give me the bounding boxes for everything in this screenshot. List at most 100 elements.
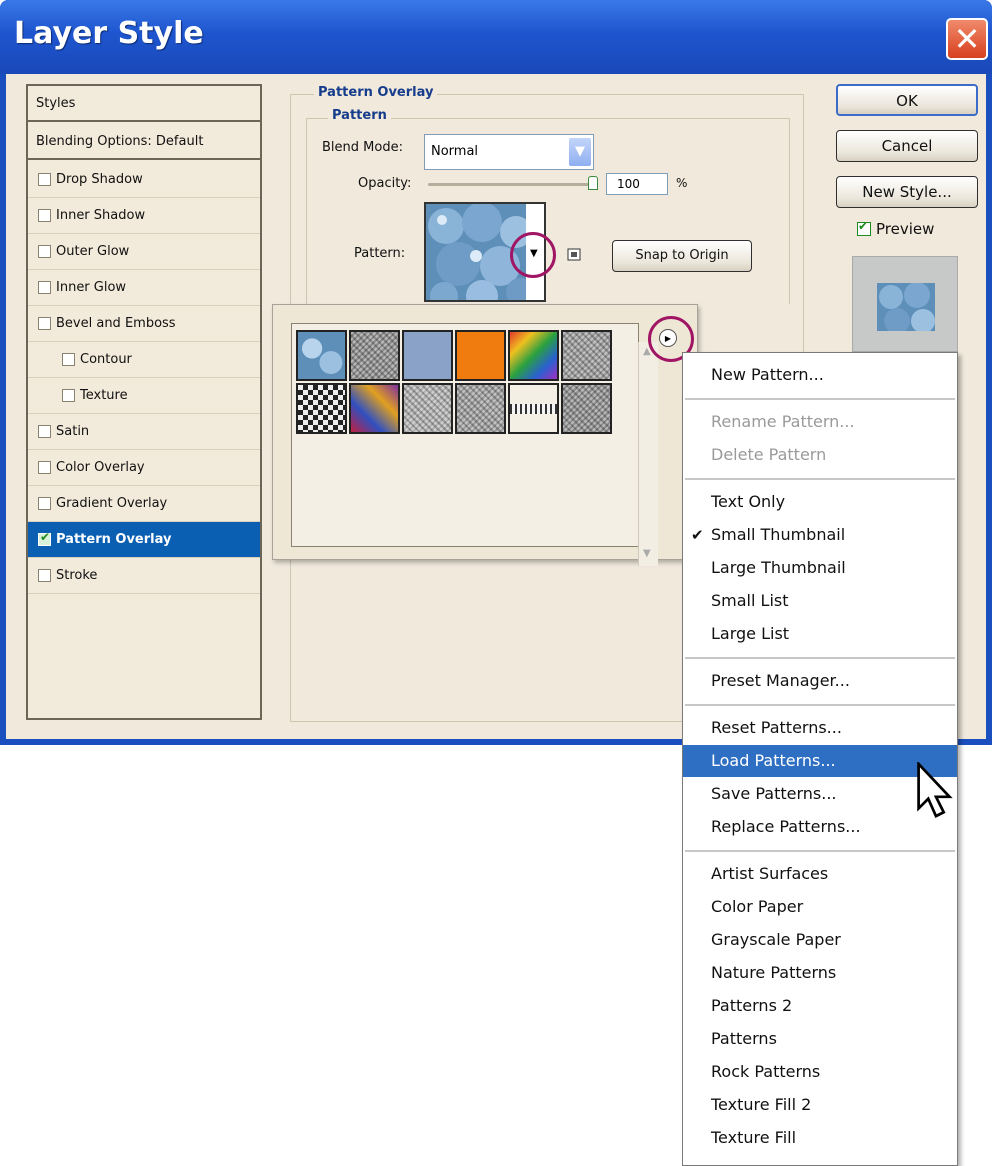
gray-mottled-pattern-tile[interactable] <box>402 383 453 434</box>
style-checkbox[interactable] <box>62 389 75 402</box>
menu-item-large-thumbnail[interactable]: Large Thumbnail <box>683 552 957 584</box>
style-item-color-overlay[interactable]: Color Overlay <box>28 450 260 486</box>
menu-item-small-thumbnail[interactable]: ✔ Small Thumbnail <box>683 519 957 551</box>
style-item-label: Gradient Overlay <box>56 496 168 511</box>
menu-item-rename-pattern[interactable]: Rename Pattern... <box>683 406 957 438</box>
gray-texture-pattern-tile[interactable] <box>455 383 506 434</box>
menu-item-label: Delete Pattern <box>711 445 827 464</box>
style-item-label: Pattern Overlay <box>56 532 172 547</box>
menu-item-label: Rename Pattern... <box>711 412 855 431</box>
marble-pattern-tile[interactable] <box>561 330 612 381</box>
style-checkbox[interactable] <box>38 569 51 582</box>
menu-item-label: Color Paper <box>711 897 804 916</box>
style-item-gradient-overlay[interactable]: Gradient Overlay <box>28 486 260 522</box>
style-item-satin[interactable]: Satin <box>28 414 260 450</box>
style-checkbox[interactable] <box>38 497 51 510</box>
orange-solid-pattern-tile[interactable] <box>455 330 506 381</box>
picker-scrollbar[interactable]: ▲ ▼ <box>638 342 658 566</box>
picker-menu-icon[interactable]: ▶ <box>659 329 677 347</box>
opacity-slider-thumb[interactable] <box>588 176 598 190</box>
menu-item-preset-manager[interactable]: Preset Manager... <box>683 665 957 697</box>
styles-header[interactable]: Styles <box>28 86 260 122</box>
scroll-down-icon[interactable]: ▼ <box>643 548 651 559</box>
bubbles-pattern-tile[interactable] <box>296 330 347 381</box>
style-item-label: Color Overlay <box>56 460 145 475</box>
menu-item-grayscale-paper[interactable]: Grayscale Paper <box>683 924 957 956</box>
style-checkbox[interactable] <box>62 353 75 366</box>
style-item-inner-shadow[interactable]: Inner Shadow <box>28 198 260 234</box>
style-item-texture[interactable]: Texture <box>28 378 260 414</box>
style-checkbox[interactable] <box>38 281 51 294</box>
style-checkbox[interactable] <box>38 173 51 186</box>
menu-item-label: Replace Patterns... <box>711 817 861 836</box>
menu-item-artist-surfaces[interactable]: Artist Surfaces <box>683 858 957 890</box>
menu-item-large-list[interactable]: Large List <box>683 618 957 650</box>
menu-item-rock-patterns[interactable]: Rock Patterns <box>683 1056 957 1088</box>
style-item-label: Contour <box>80 352 132 367</box>
menu-item-patterns-2[interactable]: Patterns 2 <box>683 990 957 1022</box>
opacity-input[interactable]: 100 <box>606 173 668 195</box>
cancel-button[interactable]: Cancel <box>836 130 978 162</box>
menu-item-nature-patterns[interactable]: Nature Patterns <box>683 957 957 989</box>
style-item-stroke[interactable]: Stroke <box>28 558 260 594</box>
style-item-outer-glow[interactable]: Outer Glow <box>28 234 260 270</box>
style-checkbox[interactable] <box>38 317 51 330</box>
menu-item-label: Patterns 2 <box>711 996 793 1015</box>
menu-item-texture-fill-2[interactable]: Texture Fill 2 <box>683 1089 957 1121</box>
style-item-label: Inner Glow <box>56 280 127 295</box>
opacity-label: Opacity: <box>358 176 412 191</box>
check-icon: ✔ <box>40 530 51 544</box>
style-checkbox[interactable]: ✔ <box>38 530 51 546</box>
mouse-cursor-icon <box>917 762 953 818</box>
blending-options-item[interactable]: Blending Options: Default <box>28 124 260 160</box>
style-item-label: Stroke <box>56 568 98 583</box>
blue-solid-pattern-tile[interactable] <box>402 330 453 381</box>
style-item-drop-shadow[interactable]: Drop Shadow <box>28 162 260 198</box>
new-style-button[interactable]: New Style... <box>836 176 978 208</box>
new-preset-icon[interactable] <box>566 248 584 264</box>
style-item-inner-glow[interactable]: Inner Glow <box>28 270 260 306</box>
multicolor-pattern-tile[interactable] <box>349 383 400 434</box>
menu-item-new-pattern[interactable]: New Pattern... <box>683 359 957 391</box>
stripe-pattern-tile[interactable] <box>508 383 559 434</box>
close-button[interactable]: ✕ <box>946 18 988 60</box>
ok-button[interactable]: OK <box>836 84 978 116</box>
menu-item-label: Texture Fill <box>711 1128 797 1147</box>
menu-item-small-list[interactable]: Small List <box>683 585 957 617</box>
style-item-label: Outer Glow <box>56 244 130 259</box>
snap-to-origin-button[interactable]: Snap to Origin <box>612 240 752 272</box>
styles-list-empty-area <box>28 600 260 720</box>
checker-pattern-tile[interactable] <box>296 383 347 434</box>
rainbow-pattern-tile[interactable] <box>508 330 559 381</box>
style-item-bevel-and-emboss[interactable]: Bevel and Emboss <box>28 306 260 342</box>
blend-mode-select[interactable]: Normal ▼ <box>424 134 594 170</box>
title-bar[interactable]: Layer Style ✕ <box>0 0 992 74</box>
chevron-down-icon[interactable]: ▼ <box>569 138 591 166</box>
style-preview <box>852 256 958 352</box>
style-checkbox[interactable] <box>38 245 51 258</box>
menu-item-color-paper[interactable]: Color Paper <box>683 891 957 923</box>
style-checkbox[interactable] <box>38 461 51 474</box>
window-title: Layer Style <box>14 16 204 51</box>
style-item-pattern-overlay[interactable]: ✔ Pattern Overlay <box>28 522 260 558</box>
menu-item-text-only[interactable]: Text Only <box>683 486 957 518</box>
menu-item-reset-patterns[interactable]: Reset Patterns... <box>683 712 957 744</box>
menu-item-patterns[interactable]: Patterns <box>683 1023 957 1055</box>
menu-item-label: Preset Manager... <box>711 671 850 690</box>
menu-item-label: Small List <box>711 591 789 610</box>
style-checkbox[interactable] <box>38 425 51 438</box>
style-item-label: Texture <box>80 388 128 403</box>
menu-item-texture-fill[interactable]: Texture Fill <box>683 1122 957 1154</box>
gray-noise-pattern-tile[interactable] <box>349 330 400 381</box>
pattern-picker-menu: New Pattern... Rename Pattern... Delete Pa… <box>682 352 958 1166</box>
stone-pattern-tile[interactable] <box>561 383 612 434</box>
style-item-contour[interactable]: Contour <box>28 342 260 378</box>
menu-separator <box>685 657 955 659</box>
pattern-subgroup-title: Pattern <box>328 108 391 123</box>
opacity-slider[interactable] <box>428 183 596 186</box>
menu-item-label: Large List <box>711 624 790 643</box>
style-item-label: Drop Shadow <box>56 172 143 187</box>
menu-item-delete-pattern[interactable]: Delete Pattern <box>683 439 957 471</box>
style-checkbox[interactable] <box>38 209 51 222</box>
menu-item-label: Grayscale Paper <box>711 930 841 949</box>
